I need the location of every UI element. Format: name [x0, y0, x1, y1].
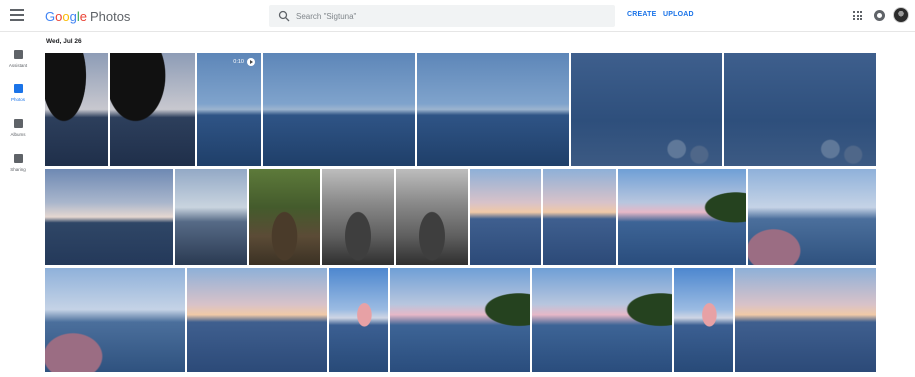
photo-thumbnail[interactable] [45, 53, 108, 166]
photo-thumbnail[interactable] [543, 169, 616, 265]
account-avatar[interactable] [893, 7, 909, 23]
photo-thumbnail[interactable] [571, 53, 722, 166]
video-duration: 0:10 [233, 59, 244, 65]
photo-thumbnail[interactable] [249, 169, 320, 265]
assistant-icon [13, 50, 23, 59]
play-icon [247, 58, 255, 66]
photo-thumbnail[interactable] [175, 169, 247, 265]
video-thumbnail[interactable]: 0:10 [197, 53, 261, 166]
date-heading: Wed, Jul 26 [46, 38, 82, 45]
sidebar-item-sharing[interactable]: Sharing [0, 154, 36, 172]
sidebar-item-photos[interactable]: Photos [0, 84, 36, 102]
photo-thumbnail[interactable] [322, 169, 394, 265]
sidebar-item-assistant[interactable]: Assistant [0, 50, 36, 68]
search-input[interactable] [296, 8, 596, 24]
photo-thumbnail[interactable] [45, 169, 173, 265]
top-app-bar: GooglePhotos CREATE UPLOAD [0, 0, 915, 32]
photo-thumbnail[interactable] [417, 53, 569, 166]
upload-button[interactable]: UPLOAD [663, 11, 694, 18]
create-button[interactable]: CREATE [627, 11, 656, 18]
photo-thumbnail[interactable] [532, 268, 672, 372]
search-icon [278, 10, 290, 22]
photo-thumbnail[interactable] [470, 169, 541, 265]
sidebar-item-label: Assistant [8, 63, 28, 68]
sidebar-item-label: Albums [10, 132, 26, 137]
photo-thumbnail[interactable] [263, 53, 415, 166]
photo-thumbnail[interactable] [618, 169, 746, 265]
sidebar-item-label: Sharing [10, 167, 26, 172]
photo-thumbnail[interactable] [724, 53, 876, 166]
main-menu-icon[interactable] [10, 9, 24, 23]
product-name: Photos [89, 9, 131, 24]
photos-icon [13, 84, 23, 93]
notifications-icon[interactable] [874, 10, 885, 21]
photo-thumbnail[interactable] [187, 268, 327, 372]
sidebar-item-albums[interactable]: Albums [0, 119, 36, 137]
sharing-icon [13, 154, 23, 163]
albums-icon [13, 119, 23, 128]
video-badge: 0:10 [233, 58, 255, 66]
google-photos-logo[interactable]: Google Photos [45, 9, 130, 24]
sidebar-item-label: Photos [10, 97, 25, 102]
photo-thumbnail[interactable] [110, 53, 195, 166]
photo-thumbnail[interactable] [329, 268, 388, 372]
photo-thumbnail[interactable] [396, 169, 468, 265]
photo-thumbnail[interactable] [45, 268, 185, 372]
photo-thumbnail[interactable] [735, 268, 876, 372]
search-bar[interactable] [269, 5, 615, 27]
photo-thumbnail[interactable] [674, 268, 733, 372]
photo-thumbnail[interactable] [748, 169, 876, 265]
apps-grid-icon[interactable] [853, 11, 862, 20]
photo-thumbnail[interactable] [390, 268, 530, 372]
